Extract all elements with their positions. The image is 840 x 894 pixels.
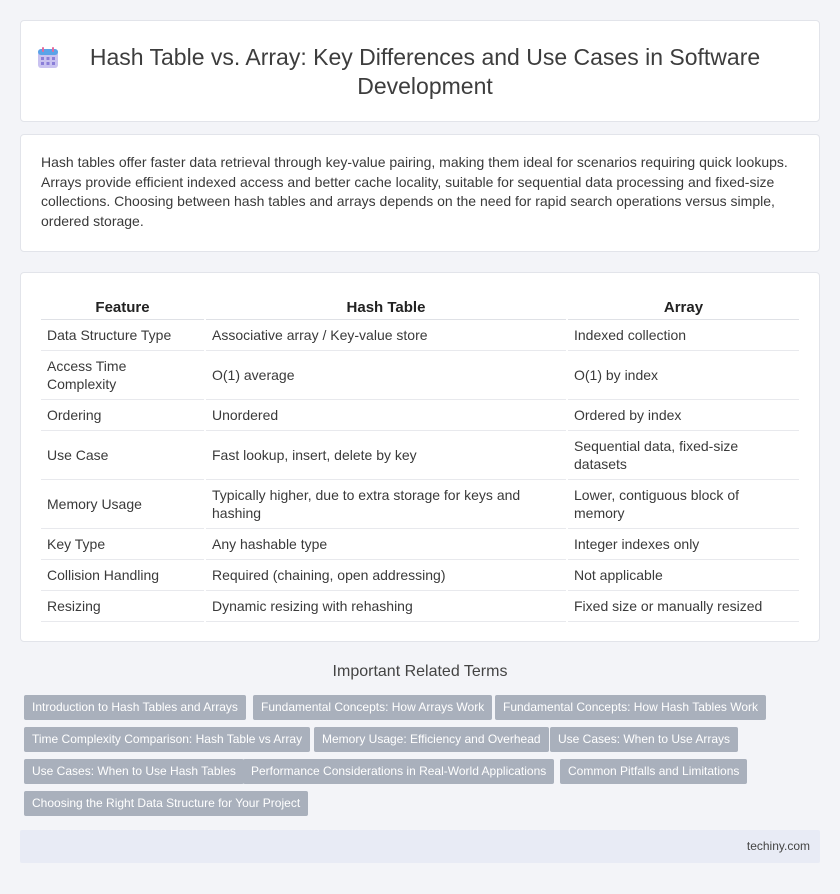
comparison-table: Feature Hash Table Array Data Structure …	[41, 297, 799, 622]
table-row: Resizing Dynamic resizing with rehashing…	[41, 590, 799, 622]
intro-text: Hash tables offer faster data retrieval …	[41, 154, 788, 229]
cell-hash-table: Associative array / Key-value store	[204, 319, 567, 351]
related-term-link[interactable]: Use Cases: When to Use Arrays	[550, 727, 739, 752]
table-row: Access Time Complexity O(1) average O(1)…	[41, 350, 799, 400]
cell-feature: Resizing	[41, 590, 205, 622]
header-array: Array	[566, 297, 799, 320]
header-feature: Feature	[41, 297, 205, 320]
related-term-link[interactable]: Common Pitfalls and Limitations	[560, 759, 748, 784]
cell-array: Not applicable	[566, 559, 799, 591]
related-term-link[interactable]: Use Cases: When to Use Hash Tables	[24, 759, 244, 784]
cell-hash-table: Typically higher, due to extra storage f…	[204, 479, 567, 529]
header-hash-table: Hash Table	[204, 297, 567, 320]
cell-feature: Ordering	[41, 399, 205, 431]
cell-array: Lower, contiguous block of memory	[566, 479, 799, 529]
cell-feature: Collision Handling	[41, 559, 205, 591]
table-row: Data Structure Type Associative array / …	[41, 319, 799, 351]
title-card: Hash Table vs. Array: Key Differences an…	[20, 20, 820, 122]
cell-array: Ordered by index	[566, 399, 799, 431]
cell-array: Sequential data, fixed-size datasets	[566, 430, 799, 480]
cell-hash-table: Fast lookup, insert, delete by key	[204, 430, 567, 480]
cell-feature: Access Time Complexity	[41, 350, 205, 400]
cell-hash-table: Any hashable type	[204, 528, 567, 560]
related-term-link[interactable]: Fundamental Concepts: How Hash Tables Wo…	[495, 695, 767, 720]
cell-hash-table: Unordered	[204, 399, 567, 431]
page-title: Hash Table vs. Array: Key Differences an…	[89, 44, 761, 99]
cell-hash-table: O(1) average	[204, 350, 567, 400]
cell-array: Indexed collection	[566, 319, 799, 351]
intro-card: Hash tables offer faster data retrieval …	[20, 134, 820, 252]
cell-hash-table: Required (chaining, open addressing)	[204, 559, 567, 591]
cell-hash-table: Dynamic resizing with rehashing	[204, 590, 567, 622]
cell-array: Fixed size or manually resized	[566, 590, 799, 622]
footer-site[interactable]: techiny.com	[747, 839, 810, 853]
table-row: Ordering Unordered Ordered by index	[41, 399, 799, 431]
related-terms-title: Important Related Terms	[332, 663, 508, 680]
table-row: Collision Handling Required (chaining, o…	[41, 559, 799, 591]
related-term-link[interactable]: Memory Usage: Efficiency and Overhead	[314, 727, 549, 752]
table-row: Use Case Fast lookup, insert, delete by …	[41, 430, 799, 480]
related-term-link[interactable]: Performance Considerations in Real-World…	[243, 759, 555, 784]
table-row: Memory Usage Typically higher, due to ex…	[41, 479, 799, 529]
cell-feature: Memory Usage	[41, 479, 205, 529]
footer: techiny.com	[20, 830, 820, 863]
cell-feature: Key Type	[41, 528, 205, 560]
cell-array: Integer indexes only	[566, 528, 799, 560]
related-term-link[interactable]: Fundamental Concepts: How Arrays Work	[253, 695, 493, 720]
cell-feature: Data Structure Type	[41, 319, 205, 351]
related-term-link[interactable]: Choosing the Right Data Structure for Yo…	[24, 791, 309, 816]
table-header-row: Feature Hash Table Array	[41, 297, 799, 320]
cell-feature: Use Case	[41, 430, 205, 480]
calendar-grid-icon	[38, 47, 58, 68]
cell-array: O(1) by index	[566, 350, 799, 400]
table-row: Key Type Any hashable type Integer index…	[41, 528, 799, 560]
related-term-link[interactable]: Time Complexity Comparison: Hash Table v…	[24, 727, 311, 752]
comparison-table-card: Feature Hash Table Array Data Structure …	[20, 272, 820, 642]
related-term-link[interactable]: Introduction to Hash Tables and Arrays	[24, 695, 246, 720]
